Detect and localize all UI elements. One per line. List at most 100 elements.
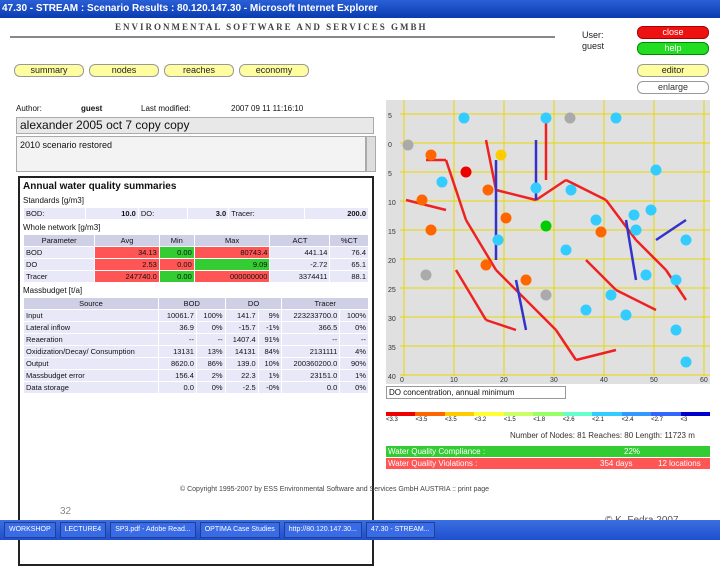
table-row: Oxidization/Decay/ Consumption 13131 13% 14…: [23, 345, 369, 358]
standards-label: Standards [g/m3]: [23, 196, 84, 205]
river-reach: [454, 269, 488, 321]
network-node: [540, 289, 552, 301]
table-row: Data storage 0.0 0% -2.5 -0% 0.0 0%: [23, 381, 369, 394]
cell: 0.0: [281, 381, 341, 394]
network-node: [540, 112, 552, 124]
network-stats: Number of Nodes: 81 Reaches: 80 Length: …: [510, 431, 695, 440]
network-node: [425, 149, 437, 161]
network-node: [650, 164, 662, 176]
legend-item: <3.5: [444, 412, 475, 428]
cell: 13131: [157, 345, 197, 358]
taskbar-item[interactable]: SP3.pdf - Adobe Read...: [110, 522, 196, 538]
y-tick-label: 10: [388, 200, 396, 207]
x-tick-label: 40: [600, 377, 608, 384]
cell: 91%: [257, 333, 283, 346]
cell: 100%: [195, 309, 226, 322]
cell: --: [157, 333, 197, 346]
network-node: [590, 214, 602, 226]
taskbar-item[interactable]: 47.30 - STREAM...: [365, 522, 435, 538]
whole-network-label: Whole network [g/m3]: [23, 223, 101, 232]
help-button[interactable]: help: [637, 42, 709, 55]
cell: Output: [23, 357, 159, 370]
cell: 1%: [339, 369, 369, 382]
y-tick-label: 35: [388, 345, 396, 352]
scenario-description[interactable]: 2010 scenario restored: [16, 136, 366, 172]
cell: Oxidization/Decay/ Consumption: [23, 345, 159, 358]
col-header: Parameter: [22, 234, 96, 247]
cell: Data storage: [23, 381, 159, 394]
scenario-name-field[interactable]: alexander 2005 oct 7 copy copy: [16, 117, 374, 134]
cell: 0.00: [158, 270, 195, 283]
col-header: Min: [158, 234, 195, 247]
summary-button[interactable]: summary: [14, 64, 84, 77]
cell: 76.4: [329, 246, 369, 259]
parameter-select[interactable]: DO concentration, annual minimum: [386, 386, 566, 399]
y-tick-label: 0: [388, 142, 392, 149]
x-tick-label: 30: [550, 377, 558, 384]
network-node: [670, 324, 682, 336]
cell: -2.72: [269, 258, 331, 271]
massbudget-label: Massbudget [t/a]: [23, 286, 83, 295]
network-node: [610, 112, 622, 124]
cell: 80743.4: [193, 246, 271, 259]
table-row: DO 2.53 0.00 9.09 -2.72 65.1: [22, 258, 369, 271]
compliance-value: 22%: [624, 447, 641, 456]
reaches-button[interactable]: reaches: [164, 64, 234, 77]
taskbar-item[interactable]: WORKSHOP: [4, 522, 56, 538]
cell: 36.9: [157, 321, 197, 334]
network-node: [560, 244, 572, 256]
legend-item: <1.5: [503, 412, 534, 428]
network-map[interactable]: 5 0 5 10 15 20 25 30 35 40 0 10 20 30 40 50 60: [386, 100, 710, 384]
cell: 1407.4: [224, 333, 259, 346]
network-node: [645, 204, 657, 216]
enlarge-button[interactable]: enlarge: [637, 81, 709, 94]
cell: 139.0: [224, 357, 259, 370]
cell: 0.00: [158, 258, 195, 271]
color-legend: <3.3 <3.5 <3.5 <3.2 <1.5 <1.8 <2.6 <2.1 <2.4 <2.7…: [386, 412, 710, 428]
table-row: Tracer 247740.0 0.00 000000000 3374411 8…: [22, 270, 369, 283]
cell: 0%: [195, 381, 226, 394]
network-node: [520, 274, 532, 286]
logo: ENVIRONMENTAL SOFTWARE AND SERVICES GMBH: [115, 22, 428, 32]
legend-item: <3.5: [415, 412, 445, 428]
cell: 223233700.0: [281, 309, 341, 322]
cell: 247740.0: [94, 270, 160, 283]
description-scrollbar[interactable]: [366, 136, 376, 172]
standards-table: BOD: 10.0 DO: 3.0 Tracer: 200.0: [22, 207, 369, 220]
cell: 141.7: [224, 309, 259, 322]
cell: Reaeration: [23, 333, 159, 346]
cell: -0%: [257, 381, 283, 394]
economy-button[interactable]: economy: [239, 64, 309, 77]
network-node: [620, 309, 632, 321]
taskbar-item[interactable]: OPTIMA Case Studies: [199, 522, 280, 538]
river-reach: [495, 188, 537, 202]
cell: -15.7: [224, 321, 259, 334]
col-header: Avg: [94, 234, 160, 247]
taskbar-item[interactable]: http://80.120.147.30...: [283, 522, 362, 538]
network-node: [530, 182, 542, 194]
logo-rule: [10, 36, 555, 38]
cell: 13%: [195, 345, 226, 358]
cell: 23151.0: [281, 369, 341, 382]
std-do-label: DO:: [137, 207, 188, 220]
legend-item: <1.8: [533, 412, 563, 428]
taskbar-item[interactable]: LECTURE4: [59, 522, 107, 538]
close-button[interactable]: close: [637, 26, 709, 39]
modified-label: Last modified:: [141, 104, 191, 113]
header: ENVIRONMENTAL SOFTWARE AND SERVICES GMBH…: [0, 18, 720, 100]
river-reach: [575, 348, 617, 362]
nodes-button[interactable]: nodes: [89, 64, 159, 77]
network-node: [492, 234, 504, 246]
violations-row: Water Quality Violations : 354 days 12 l…: [386, 458, 710, 469]
cell: --: [339, 333, 369, 346]
network-node: [402, 139, 414, 151]
cell: 10%: [257, 357, 283, 370]
network-node: [458, 112, 470, 124]
network-node: [436, 176, 448, 188]
editor-button[interactable]: editor: [637, 64, 709, 77]
cell: 0%: [339, 321, 369, 334]
col-header: Source: [23, 297, 159, 310]
summary-panel: Annual water quality summaries Standards…: [18, 176, 374, 566]
y-tick-label: 5: [388, 113, 392, 120]
compliance-label: Water Quality Compliance :: [388, 447, 486, 456]
